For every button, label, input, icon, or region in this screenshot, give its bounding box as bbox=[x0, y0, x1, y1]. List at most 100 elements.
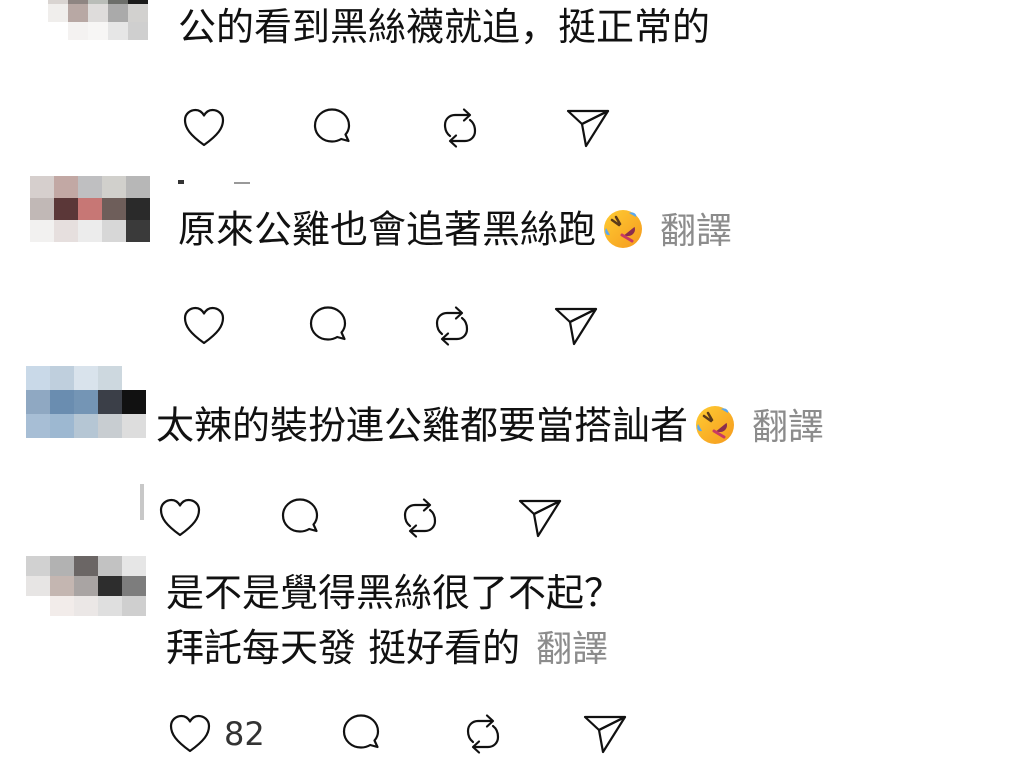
avatar-pixel bbox=[88, 4, 108, 22]
comment-text: 公的看到黑絲襪就追，挺正常的 bbox=[178, 8, 710, 46]
avatar-pixel bbox=[102, 198, 126, 220]
avatar-pixel bbox=[26, 366, 50, 390]
translate-link[interactable]: 翻譯 bbox=[752, 407, 824, 448]
share-button[interactable] bbox=[550, 300, 602, 352]
divider bbox=[140, 484, 144, 520]
avatar-pixel bbox=[50, 576, 74, 596]
reply-button[interactable] bbox=[306, 102, 358, 154]
avatar-pixel bbox=[98, 366, 122, 390]
reply-button[interactable] bbox=[302, 300, 354, 352]
avatar-pixel bbox=[98, 596, 122, 616]
avatar-pixel bbox=[74, 414, 98, 438]
comment-text: 原來公雞也會追著黑絲跑 翻譯 bbox=[178, 208, 732, 256]
comment-body: 是不是覺得黑絲很了不起？ bbox=[166, 571, 623, 615]
repost-button[interactable] bbox=[434, 102, 486, 154]
avatar-pixel bbox=[50, 414, 74, 438]
avatar-pixel bbox=[128, 22, 148, 40]
avatar-pixel bbox=[48, 22, 68, 40]
translate-link[interactable]: 翻譯 bbox=[660, 211, 732, 252]
like-button[interactable] bbox=[178, 102, 230, 154]
share-button[interactable] bbox=[579, 708, 631, 760]
avatar-pixel bbox=[126, 220, 150, 242]
avatar-pixel bbox=[26, 596, 50, 616]
avatar-pixel bbox=[30, 198, 54, 220]
speech-bubble-icon bbox=[309, 306, 347, 341]
comment-body-line2: 拜託每天發 挺好看的 bbox=[166, 626, 521, 671]
avatar[interactable] bbox=[30, 176, 150, 242]
comment-actions: 82 bbox=[164, 708, 631, 760]
avatar-pixel bbox=[122, 596, 146, 616]
avatar-pixel bbox=[102, 220, 126, 242]
paper-plane-icon bbox=[566, 109, 610, 148]
rolling-on-floor-laughing-emoji bbox=[602, 208, 644, 256]
avatar[interactable] bbox=[48, 0, 148, 40]
avatar-pixel bbox=[98, 414, 122, 438]
avatar-pixel bbox=[54, 220, 78, 242]
repost-button[interactable] bbox=[394, 492, 446, 544]
speech-bubble-icon bbox=[313, 108, 351, 143]
avatar[interactable] bbox=[26, 556, 146, 616]
avatar-pixel bbox=[26, 414, 50, 438]
comment-actions bbox=[178, 300, 602, 352]
translate-link[interactable]: 翻譯 bbox=[536, 629, 608, 670]
paper-plane-icon bbox=[518, 499, 562, 538]
avatar-pixel bbox=[98, 576, 122, 596]
avatar-pixel bbox=[78, 198, 102, 220]
paper-plane-icon bbox=[554, 307, 598, 346]
heart-icon bbox=[183, 306, 225, 345]
comment-body: 太辣的裝扮連公雞都要當搭訕者 bbox=[156, 403, 689, 448]
like-count: 82 bbox=[224, 715, 265, 753]
avatar-pixel bbox=[48, 4, 68, 22]
divider bbox=[234, 182, 250, 184]
like-button[interactable] bbox=[164, 708, 216, 760]
heart-icon bbox=[169, 714, 211, 753]
heart-icon bbox=[183, 108, 225, 147]
avatar-pixel bbox=[122, 366, 146, 390]
avatar-pixel bbox=[26, 390, 50, 414]
avatar-pixel bbox=[54, 176, 78, 198]
avatar[interactable] bbox=[26, 366, 146, 438]
comment-actions bbox=[154, 492, 566, 544]
avatar-pixel bbox=[50, 366, 74, 390]
avatar-pixel bbox=[88, 22, 108, 40]
share-button[interactable] bbox=[562, 102, 614, 154]
like-button[interactable] bbox=[154, 492, 206, 544]
avatar-pixel bbox=[108, 22, 128, 40]
reply-button[interactable] bbox=[274, 492, 326, 544]
avatar-pixel bbox=[50, 390, 74, 414]
avatar-pixel bbox=[68, 4, 88, 22]
reply-button[interactable] bbox=[335, 708, 387, 760]
avatar-pixel bbox=[74, 596, 98, 616]
avatar-pixel bbox=[98, 390, 122, 414]
avatar-pixel bbox=[68, 22, 88, 40]
speech-bubble-icon bbox=[281, 498, 319, 533]
avatar-pixel bbox=[126, 198, 150, 220]
repost-button[interactable] bbox=[457, 708, 509, 760]
avatar-pixel bbox=[74, 366, 98, 390]
rolling-on-floor-laughing-emoji bbox=[694, 404, 736, 452]
avatar-pixel bbox=[74, 556, 98, 576]
comment-actions bbox=[178, 102, 614, 154]
comment-text: 是不是覺得黑絲很了不起？ 拜託每天發 挺好看的 翻譯 bbox=[166, 566, 622, 676]
repost-icon bbox=[435, 306, 469, 346]
comment-text: 太辣的裝扮連公雞都要當搭訕者 翻譯 bbox=[156, 404, 824, 452]
repost-button[interactable] bbox=[426, 300, 478, 352]
avatar-pixel bbox=[122, 556, 146, 576]
avatar-pixel bbox=[98, 556, 122, 576]
avatar-pixel bbox=[74, 390, 98, 414]
avatar-pixel bbox=[126, 176, 150, 198]
divider bbox=[178, 180, 184, 184]
avatar-pixel bbox=[102, 176, 126, 198]
comment-body: 原來公雞也會追著黑絲跑 bbox=[178, 207, 597, 252]
avatar-pixel bbox=[26, 576, 50, 596]
heart-icon bbox=[159, 498, 201, 537]
paper-plane-icon bbox=[583, 715, 626, 754]
like-button[interactable] bbox=[178, 300, 230, 352]
avatar-pixel bbox=[74, 576, 98, 596]
speech-bubble-icon bbox=[342, 714, 379, 749]
avatar-pixel bbox=[122, 390, 146, 414]
avatar-pixel bbox=[122, 414, 146, 438]
repost-icon bbox=[466, 714, 499, 754]
avatar-pixel bbox=[122, 576, 146, 596]
share-button[interactable] bbox=[514, 492, 566, 544]
